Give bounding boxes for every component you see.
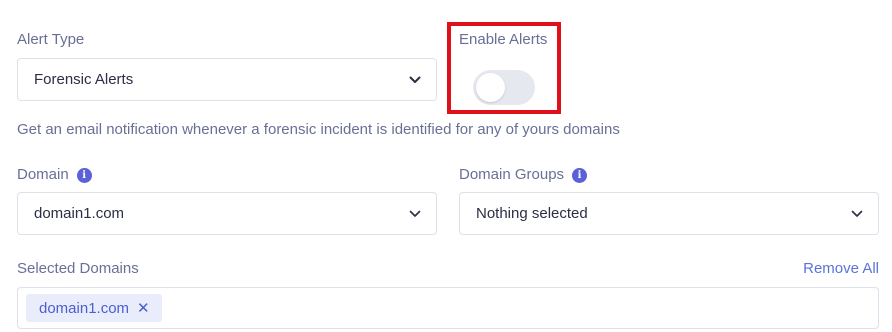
domain-groups-select[interactable]: Nothing selected xyxy=(459,192,879,235)
alert-type-label-text: Alert Type xyxy=(17,31,85,48)
domain-value: domain1.com xyxy=(34,205,125,222)
selected-domains-label-text: Selected Domains xyxy=(17,260,139,277)
alert-type-select[interactable]: Forensic Alerts xyxy=(17,58,437,101)
domain-groups-value: Nothing selected xyxy=(476,205,588,222)
chevron-down-icon xyxy=(408,207,422,221)
highlight-box xyxy=(447,22,561,114)
chevron-down-icon xyxy=(408,73,422,87)
selected-domains-box[interactable]: domain1.com ✕ xyxy=(17,287,879,329)
domain-groups-label: Domain Groups i xyxy=(459,166,588,184)
chevron-down-icon xyxy=(850,207,864,221)
domain-chip-label: domain1.com xyxy=(39,299,130,317)
alert-help-text: Get an email notification whenever a for… xyxy=(17,121,620,138)
domain-chip: domain1.com ✕ xyxy=(26,294,162,322)
info-icon[interactable]: i xyxy=(76,167,92,183)
domain-label: Domain i xyxy=(17,166,92,184)
remove-all-link[interactable]: Remove All xyxy=(803,260,879,277)
info-icon[interactable]: i xyxy=(572,167,588,183)
domain-groups-label-text: Domain Groups xyxy=(459,166,565,183)
alert-type-value: Forensic Alerts xyxy=(34,71,134,88)
selected-domains-label: Selected Domains xyxy=(17,260,139,278)
alert-type-label: Alert Type xyxy=(17,31,84,49)
domain-label-text: Domain xyxy=(17,166,69,183)
close-icon[interactable]: ✕ xyxy=(137,299,150,317)
domain-select[interactable]: domain1.com xyxy=(17,192,437,235)
